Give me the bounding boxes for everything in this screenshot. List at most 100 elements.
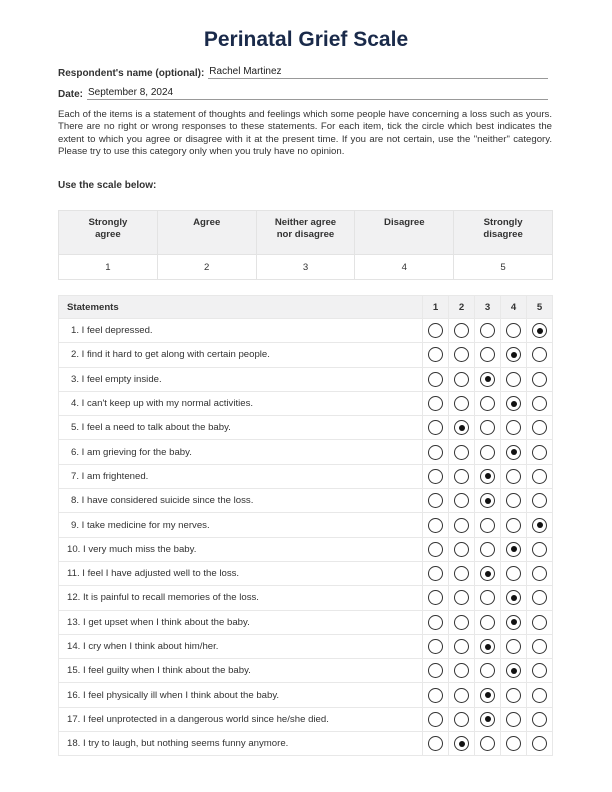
radio-option-3[interactable] xyxy=(480,444,495,460)
radio-option-4-selected[interactable] xyxy=(506,347,521,363)
radio-option-4[interactable] xyxy=(506,566,521,582)
radio-option-3-selected[interactable] xyxy=(480,711,495,727)
statement-text: 11. I feel I have adjusted well to the l… xyxy=(58,560,423,587)
radio-option-5-selected[interactable] xyxy=(532,517,547,533)
radio-option-5[interactable] xyxy=(532,444,547,460)
radio-option-1[interactable] xyxy=(428,541,443,557)
radio-option-3[interactable] xyxy=(480,347,495,363)
radio-option-2[interactable] xyxy=(454,541,469,557)
radio-option-4[interactable] xyxy=(506,371,521,387)
radio-option-1[interactable] xyxy=(428,614,443,630)
date-input[interactable]: September 8, 2024 xyxy=(87,87,548,100)
radio-option-2[interactable] xyxy=(454,590,469,606)
radio-option-4[interactable] xyxy=(506,323,521,339)
radio-option-1[interactable] xyxy=(428,663,443,679)
radio-option-5[interactable] xyxy=(532,711,547,727)
radio-option-5[interactable] xyxy=(532,371,547,387)
radio-option-5[interactable] xyxy=(532,566,547,582)
radio-option-2[interactable] xyxy=(454,347,469,363)
radio-option-3-selected[interactable] xyxy=(480,493,495,509)
radio-option-2-selected[interactable] xyxy=(454,420,469,436)
radio-option-3[interactable] xyxy=(480,614,495,630)
radio-option-1[interactable] xyxy=(428,590,443,606)
radio-option-2[interactable] xyxy=(454,687,469,703)
radio-option-4-selected[interactable] xyxy=(506,444,521,460)
radio-cell xyxy=(474,415,501,441)
radio-option-2[interactable] xyxy=(454,517,469,533)
radio-option-4[interactable] xyxy=(506,517,521,533)
radio-option-3-selected[interactable] xyxy=(480,371,495,387)
radio-cell xyxy=(526,390,553,417)
radio-option-5[interactable] xyxy=(532,736,547,752)
radio-option-1[interactable] xyxy=(428,736,443,752)
radio-option-1[interactable] xyxy=(428,420,443,436)
radio-cell xyxy=(422,342,449,368)
radio-option-5[interactable] xyxy=(532,493,547,509)
radio-option-2[interactable] xyxy=(454,493,469,509)
radio-option-5[interactable] xyxy=(532,396,547,412)
radio-option-1[interactable] xyxy=(428,687,443,703)
radio-option-4[interactable] xyxy=(506,687,521,703)
radio-option-4[interactable] xyxy=(506,736,521,752)
radio-option-4[interactable] xyxy=(506,468,521,484)
radio-option-3[interactable] xyxy=(480,517,495,533)
radio-option-3[interactable] xyxy=(480,590,495,606)
radio-option-3[interactable] xyxy=(480,541,495,557)
radio-option-2[interactable] xyxy=(454,371,469,387)
radio-option-3[interactable] xyxy=(480,736,495,752)
radio-option-2-selected[interactable] xyxy=(454,736,469,752)
radio-option-4-selected[interactable] xyxy=(506,396,521,412)
radio-option-1[interactable] xyxy=(428,711,443,727)
radio-option-5[interactable] xyxy=(532,614,547,630)
radio-option-5[interactable] xyxy=(532,590,547,606)
radio-cell xyxy=(448,390,475,417)
radio-option-3[interactable] xyxy=(480,396,495,412)
radio-cell xyxy=(422,366,449,392)
radio-option-5[interactable] xyxy=(532,347,547,363)
radio-option-3[interactable] xyxy=(480,663,495,679)
radio-option-2[interactable] xyxy=(454,711,469,727)
radio-option-4[interactable] xyxy=(506,493,521,509)
radio-option-4[interactable] xyxy=(506,420,521,436)
radio-option-4-selected[interactable] xyxy=(506,663,521,679)
radio-option-1[interactable] xyxy=(428,493,443,509)
radio-option-1[interactable] xyxy=(428,323,443,339)
radio-option-4[interactable] xyxy=(506,711,521,727)
radio-option-4-selected[interactable] xyxy=(506,614,521,630)
radio-option-1[interactable] xyxy=(428,639,443,654)
statement-row: 5. I feel a need to talk about the baby. xyxy=(58,415,553,441)
radio-option-3-selected[interactable] xyxy=(480,687,495,703)
radio-option-3[interactable] xyxy=(480,323,495,339)
radio-option-5[interactable] xyxy=(532,687,547,703)
radio-option-2[interactable] xyxy=(454,468,469,484)
radio-option-1[interactable] xyxy=(428,468,443,484)
radio-option-3-selected[interactable] xyxy=(480,468,495,484)
statement-text: 7. I am frightened. xyxy=(58,463,423,490)
radio-option-1[interactable] xyxy=(428,444,443,460)
radio-option-1[interactable] xyxy=(428,566,443,582)
radio-option-4-selected[interactable] xyxy=(506,541,521,557)
radio-option-5[interactable] xyxy=(532,639,547,654)
radio-option-2[interactable] xyxy=(454,639,469,654)
respondent-name-input[interactable]: Rachel Martinez xyxy=(208,66,548,79)
radio-option-5[interactable] xyxy=(532,663,547,679)
radio-option-1[interactable] xyxy=(428,371,443,387)
radio-option-2[interactable] xyxy=(454,323,469,339)
radio-option-1[interactable] xyxy=(428,396,443,412)
radio-option-4[interactable] xyxy=(506,639,521,654)
radio-option-3[interactable] xyxy=(480,420,495,436)
radio-option-4-selected[interactable] xyxy=(506,590,521,606)
radio-option-2[interactable] xyxy=(454,566,469,582)
radio-option-2[interactable] xyxy=(454,614,469,630)
radio-option-3-selected[interactable] xyxy=(480,566,495,582)
radio-option-2[interactable] xyxy=(454,396,469,412)
radio-option-2[interactable] xyxy=(454,444,469,460)
radio-option-5[interactable] xyxy=(532,420,547,436)
radio-option-1[interactable] xyxy=(428,517,443,533)
radio-option-5[interactable] xyxy=(532,541,547,557)
radio-option-5[interactable] xyxy=(532,468,547,484)
radio-option-1[interactable] xyxy=(428,347,443,363)
radio-option-5-selected[interactable] xyxy=(532,323,547,339)
radio-option-2[interactable] xyxy=(454,663,469,679)
radio-option-3-selected[interactable] xyxy=(480,639,495,654)
